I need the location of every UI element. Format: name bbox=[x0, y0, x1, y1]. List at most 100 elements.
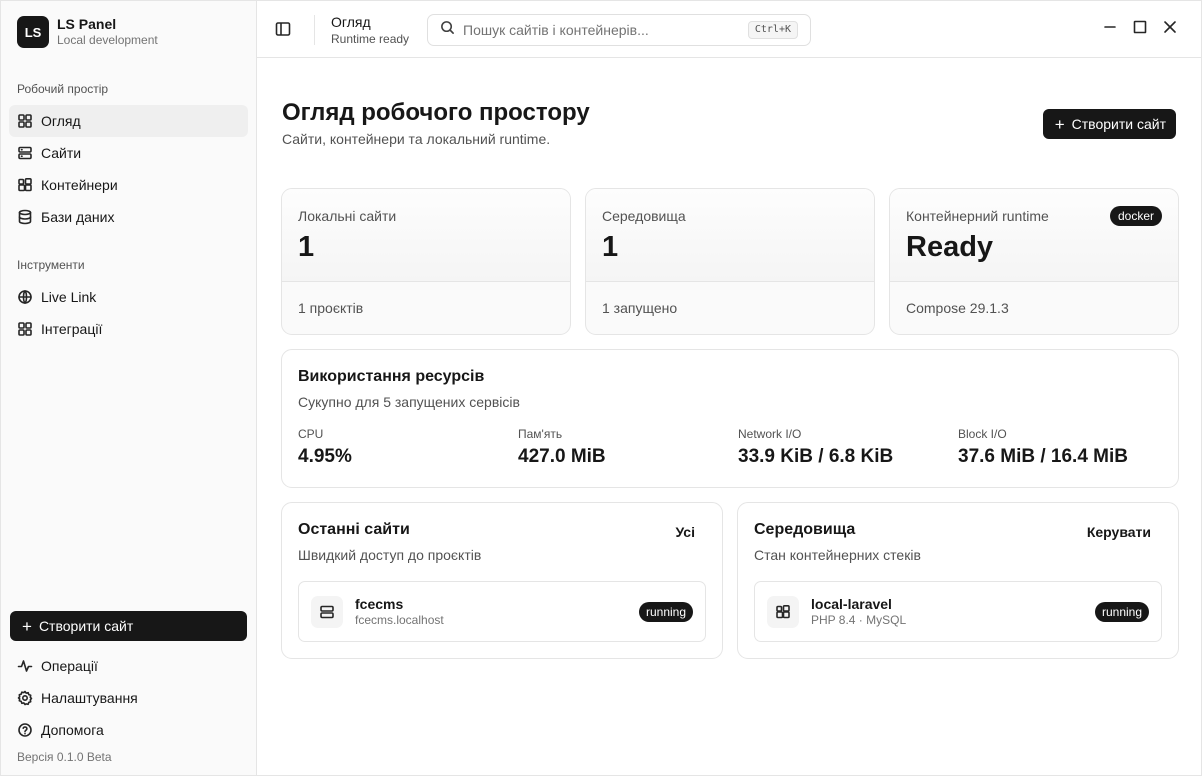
all-sites-button[interactable]: Усі bbox=[675, 524, 695, 540]
close-button[interactable] bbox=[1163, 20, 1181, 38]
sidebar-create-site-button[interactable]: + Створити сайт bbox=[10, 611, 247, 641]
gear-icon bbox=[17, 690, 33, 706]
runtime-badge: docker bbox=[1109, 206, 1162, 226]
search-box[interactable]: Ctrl+K bbox=[427, 14, 811, 46]
site-domain: fcecms.localhost bbox=[355, 612, 444, 627]
card-title: Останні сайти bbox=[298, 521, 410, 538]
resource-usage-card: Використання ресурсів Сукупно для 5 запу… bbox=[281, 349, 1179, 488]
stat-value: 1 bbox=[602, 231, 619, 263]
sidebar-item-sites[interactable]: Сайти bbox=[9, 137, 248, 169]
metric-network-io: Network I/O 33.9 KiB / 6.8 KiB bbox=[738, 427, 893, 468]
card-subtitle: Стан контейнерних стеків bbox=[754, 547, 921, 563]
stat-card-environments[interactable]: Середовища 1 1 запущено bbox=[585, 188, 875, 335]
stat-footer: 1 проєктів bbox=[298, 300, 364, 316]
sidebar-item-label: Допомога bbox=[41, 722, 104, 738]
sidebar-item-label: Огляд bbox=[41, 113, 81, 129]
metric-value: 4.95% bbox=[298, 446, 352, 467]
recent-sites-panel: Останні сайти Швидкий доступ до проєктів… bbox=[281, 502, 723, 659]
list-item[interactable]: local-laravel PHP 8.4 · MySQL running bbox=[754, 581, 1162, 642]
topbar-title: Огляд bbox=[331, 14, 371, 30]
metric-value: 37.6 MiB / 16.4 MiB bbox=[958, 446, 1129, 467]
bottom-nav: Операції Налаштування Допомога bbox=[9, 650, 248, 746]
metric-label: Block I/O bbox=[958, 427, 1007, 441]
stat-value: 1 bbox=[298, 231, 315, 263]
brand-logo: LS bbox=[17, 16, 49, 48]
main-area: Огляд Runtime ready Ctrl+K Огляд робочог… bbox=[257, 1, 1201, 775]
shortcut-hint: Ctrl+K bbox=[747, 21, 798, 39]
sidebar-toggle-icon bbox=[275, 22, 291, 41]
card-subtitle: Швидкий доступ до проєктів bbox=[298, 547, 482, 563]
stat-label: Середовища bbox=[602, 208, 686, 224]
page-title: Огляд робочого простору bbox=[282, 99, 590, 126]
sidebar: LS LS Panel Local development Робочий пр… bbox=[1, 1, 257, 775]
status-badge: running bbox=[1094, 602, 1149, 622]
maximize-button[interactable] bbox=[1133, 20, 1151, 38]
sidebar-item-label: Бази даних bbox=[41, 209, 115, 225]
maximize-icon bbox=[1133, 20, 1147, 38]
sidebar-item-containers[interactable]: Контейнери bbox=[9, 169, 248, 201]
card-title: Використання ресурсів bbox=[298, 368, 485, 385]
stat-value: Ready bbox=[906, 231, 994, 263]
create-site-button[interactable]: + Створити сайт bbox=[1042, 109, 1176, 139]
site-name: fcecms bbox=[355, 595, 404, 612]
grid-icon bbox=[17, 113, 33, 129]
containers-icon bbox=[767, 595, 799, 628]
stat-card-container-runtime[interactable]: Контейнерний runtime docker Ready Compos… bbox=[889, 188, 1179, 335]
activity-icon bbox=[17, 658, 33, 674]
sidebar-item-label: Налаштування bbox=[41, 690, 138, 706]
topbar-subtitle: Runtime ready bbox=[331, 32, 410, 46]
button-label: Створити сайт bbox=[38, 618, 134, 634]
list-item[interactable]: fcecms fcecms.localhost running bbox=[298, 581, 706, 642]
grid-icon bbox=[17, 321, 33, 337]
metric-value: 427.0 MiB bbox=[518, 446, 606, 467]
sidebar-toggle-button[interactable] bbox=[275, 21, 293, 39]
server-icon bbox=[17, 145, 33, 161]
metric-label: Network I/O bbox=[738, 427, 802, 441]
metric-cpu: CPU 4.95% bbox=[298, 427, 352, 468]
stat-label: Контейнерний runtime bbox=[906, 208, 1049, 224]
globe-icon bbox=[17, 289, 33, 305]
sidebar-item-overview[interactable]: Огляд bbox=[9, 105, 248, 137]
brand[interactable]: LS LS Panel Local development bbox=[17, 16, 158, 48]
button-label: Створити сайт bbox=[1071, 116, 1166, 132]
sidebar-item-settings[interactable]: Налаштування bbox=[9, 682, 248, 714]
sidebar-item-label: Live Link bbox=[41, 289, 97, 305]
app-window: LS LS Panel Local development Робочий пр… bbox=[0, 0, 1202, 776]
help-icon bbox=[17, 722, 33, 738]
server-icon bbox=[311, 595, 343, 628]
sidebar-item-label: Контейнери bbox=[41, 177, 118, 193]
sidebar-item-live-link[interactable]: Live Link bbox=[9, 281, 248, 313]
stat-card-local-sites[interactable]: Локальні сайти 1 1 проєктів bbox=[281, 188, 571, 335]
minimize-button[interactable] bbox=[1103, 20, 1121, 38]
divider bbox=[314, 15, 315, 45]
plus-icon: + bbox=[1054, 114, 1065, 134]
brand-title: LS Panel bbox=[57, 16, 117, 32]
sidebar-item-label: Сайти bbox=[41, 145, 82, 161]
sidebar-item-databases[interactable]: Бази даних bbox=[9, 201, 248, 233]
version-label: Версія 0.1.0 Beta bbox=[17, 750, 112, 764]
tools-nav: Live Link Інтеграції bbox=[9, 281, 248, 345]
environment-meta: PHP 8.4 · MySQL bbox=[811, 612, 907, 627]
minimize-icon bbox=[1103, 21, 1117, 38]
metric-memory: Пам'ять 427.0 MiB bbox=[518, 427, 606, 468]
search-input[interactable] bbox=[463, 22, 733, 38]
sidebar-item-operations[interactable]: Операції bbox=[9, 650, 248, 682]
stat-label: Локальні сайти bbox=[298, 208, 397, 224]
environments-panel: Середовища Стан контейнерних стеків Керу… bbox=[737, 502, 1179, 659]
workspace-group-label: Робочий простір bbox=[17, 82, 109, 96]
workspace-nav: Огляд Сайти Контейнери Бази даних bbox=[9, 105, 248, 233]
stat-footer: Compose 29.1.3 bbox=[906, 300, 1009, 316]
metric-label: Пам'ять bbox=[518, 427, 563, 441]
stat-footer: 1 запущено bbox=[602, 300, 678, 316]
environment-name: local-laravel bbox=[811, 595, 892, 612]
metric-label: CPU bbox=[298, 427, 324, 441]
sidebar-item-integrations[interactable]: Інтеграції bbox=[9, 313, 248, 345]
card-title: Середовища bbox=[754, 521, 856, 538]
metric-value: 33.9 KiB / 6.8 KiB bbox=[738, 446, 894, 467]
manage-environments-button[interactable]: Керувати bbox=[1087, 524, 1151, 540]
tools-group-label: Інструменти bbox=[17, 258, 85, 272]
sidebar-item-help[interactable]: Допомога bbox=[9, 714, 248, 746]
brand-subtitle: Local development bbox=[57, 33, 158, 47]
search-icon bbox=[440, 20, 455, 40]
page-subtitle: Сайти, контейнери та локальний runtime. bbox=[282, 131, 551, 147]
